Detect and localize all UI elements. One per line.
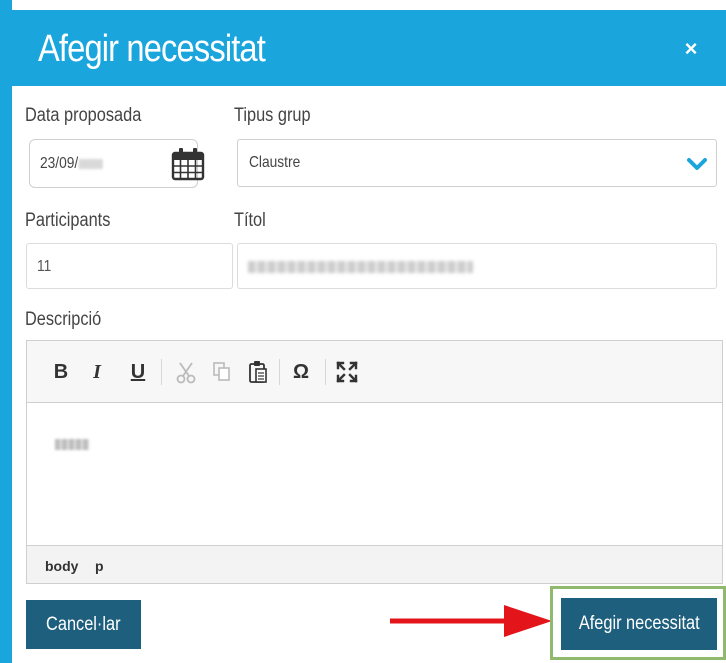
title-label: Títol (234, 210, 266, 231)
editor-content-area[interactable] (27, 403, 722, 545)
red-arrow-annotation (390, 605, 552, 637)
participants-label: Participants (25, 210, 111, 231)
editor-statusbar: body p (27, 545, 722, 583)
title-input[interactable] (237, 243, 717, 289)
path-element-p[interactable]: p (95, 558, 104, 574)
dialog-title: Afegir necessitat (38, 28, 266, 70)
calendar-icon[interactable] (170, 146, 206, 182)
date-label: Data proposada (25, 105, 142, 126)
add-need-dialog: Afegir necessitat × Data proposada 23/09… (12, 0, 726, 663)
underline-button[interactable]: U (127, 359, 149, 385)
left-edge-bar (0, 0, 12, 663)
group-type-value: Claustre (249, 154, 301, 171)
italic-button[interactable]: I (87, 359, 107, 385)
copy-icon[interactable] (211, 359, 233, 385)
cancel-button[interactable]: Cancel·lar (26, 600, 141, 649)
bold-button[interactable]: B (51, 359, 71, 385)
paste-icon[interactable] (247, 359, 269, 385)
blurred-description-text (55, 439, 89, 450)
group-type-label: Tipus grup (234, 105, 311, 126)
toolbar-separator (161, 359, 162, 385)
description-editor: B I U Ω body p (26, 340, 723, 584)
close-icon[interactable]: × (680, 38, 702, 60)
toolbar-separator (325, 359, 326, 385)
fullscreen-icon[interactable] (335, 359, 359, 385)
cut-icon[interactable] (175, 359, 197, 385)
dialog-header: Afegir necessitat × (12, 10, 726, 86)
blurred-year (79, 158, 104, 169)
description-label: Descripció (25, 309, 102, 330)
path-element-body[interactable]: body (45, 558, 78, 574)
date-field[interactable]: 23/09/ (29, 139, 205, 188)
date-value: 23/09/ (40, 155, 79, 172)
participants-input[interactable]: 11 (26, 243, 233, 289)
chevron-down-icon[interactable] (686, 154, 708, 174)
add-need-button[interactable]: Afegir necessitat (561, 598, 717, 650)
blurred-title-value (248, 261, 473, 273)
toolbar-separator (279, 359, 280, 385)
editor-toolbar: B I U Ω (27, 341, 722, 403)
special-character-button[interactable]: Ω (289, 359, 313, 385)
group-type-select[interactable]: Claustre (237, 139, 717, 187)
participants-value: 11 (37, 258, 52, 275)
